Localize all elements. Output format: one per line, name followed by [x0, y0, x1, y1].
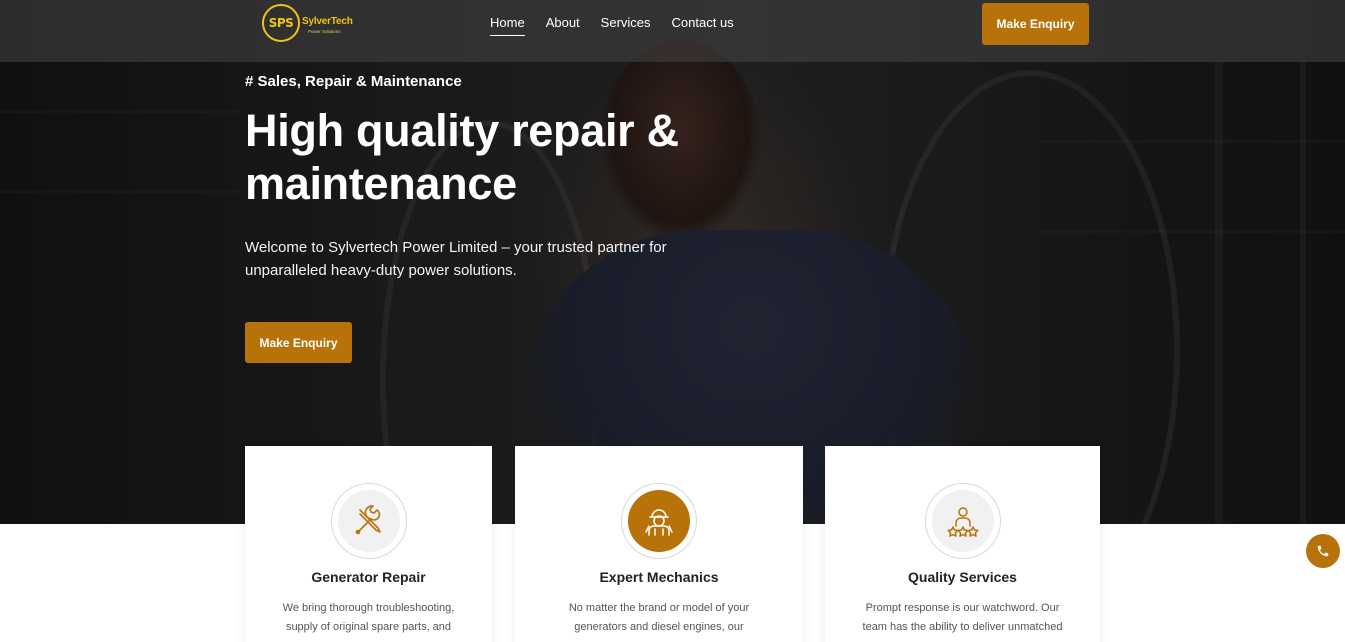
floating-call-button[interactable] — [1306, 534, 1340, 568]
phone-icon — [1317, 545, 1329, 557]
nav-link-contact[interactable]: Contact us — [672, 15, 734, 36]
logo-name: SylverTech — [302, 16, 353, 27]
site-logo[interactable]: SPS SylverTech Power Solutions — [260, 4, 360, 44]
card-text: No matter the brand or model of your gen… — [568, 602, 750, 633]
icon-ring — [621, 483, 697, 559]
top-navbar: SPS SylverTech Power Solutions Home Abou… — [0, 0, 1345, 62]
nav-link-services[interactable]: Services — [601, 15, 651, 36]
nav-link-home[interactable]: Home — [490, 15, 525, 36]
logo-tagline: Power Solutions — [308, 29, 341, 34]
main-nav: Home About Services Contact us — [490, 15, 734, 36]
card-text: Prompt response is our watchword. Our te… — [862, 602, 1063, 633]
service-card-generator-repair: Generator Repair We bring thorough troub… — [245, 446, 492, 642]
service-card-expert-mechanics: Expert Mechanics No matter the brand or … — [515, 446, 803, 642]
quality-service-icon — [931, 490, 994, 552]
icon-ring — [330, 483, 407, 559]
card-title: Generator Repair — [311, 569, 426, 585]
service-card-quality-services: Quality Services Prompt response is our … — [825, 446, 1100, 642]
nav-make-enquiry-button[interactable]: Make Enquiry — [982, 3, 1089, 45]
hero-make-enquiry-button[interactable]: Make Enquiry — [245, 322, 352, 363]
hero-headline: High quality repair & maintenance — [245, 105, 679, 209]
hero-eyebrow: # Sales, Repair & Maintenance — [245, 73, 462, 90]
mechanic-icon — [628, 490, 690, 552]
card-text: We bring thorough troubleshooting, suppl… — [282, 602, 455, 633]
icon-ring — [924, 483, 1001, 559]
hero-intro: Welcome to Sylvertech Power Limited – yo… — [245, 239, 667, 279]
card-title: Expert Mechanics — [599, 569, 719, 585]
card-title: Quality Services — [908, 569, 1017, 585]
nav-link-about[interactable]: About — [546, 15, 580, 36]
tools-icon — [337, 490, 400, 552]
logo-mark: SPS — [262, 4, 300, 42]
